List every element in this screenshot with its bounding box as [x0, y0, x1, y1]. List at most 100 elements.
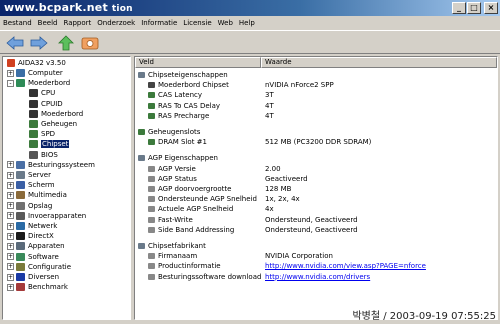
field-label: AGP Versie [158, 164, 196, 173]
item-icon [148, 186, 155, 192]
expand-icon[interactable]: + [7, 171, 14, 179]
table-row[interactable]: Actuele AGP Snelheid [148, 204, 493, 214]
expand-icon[interactable]: + [7, 253, 14, 261]
tree-item-cpuid[interactable]: CPUID [29, 99, 63, 109]
menu-web[interactable]: Web [215, 19, 236, 27]
menu-beeld[interactable]: Beeld [35, 19, 61, 27]
group-header[interactable]: Geheugenslots [138, 127, 483, 137]
collapse-icon[interactable]: - [7, 79, 14, 87]
maximize-button[interactable]: □ [467, 2, 481, 14]
geheugen-icon [29, 120, 38, 128]
tree-item-moederbord[interactable]: - Moederbord [7, 78, 70, 88]
tree-item-chipset[interactable]: Chipset [29, 139, 70, 149]
cpu-icon [29, 89, 38, 98]
expand-icon[interactable]: + [7, 232, 14, 240]
item-icon [148, 82, 155, 89]
table-row[interactable]: RAS To CAS Delay [148, 101, 493, 111]
tree-root[interactable]: AIDA32 v3.50 [7, 58, 66, 68]
refresh-icon[interactable] [79, 34, 101, 52]
tree-item-directx[interactable]: + DirectX [7, 231, 54, 241]
tree-item-scherm[interactable]: + Scherm [7, 180, 55, 190]
window-title: www.bcpark.net tion [4, 1, 133, 14]
table-row[interactable]: Ondersteunde AGP Snelheid [148, 194, 493, 204]
tree-item-label: Computer [28, 69, 63, 77]
table-row[interactable]: AGP Versie [148, 164, 493, 174]
tree-item-diversen[interactable]: + Diversen [7, 272, 59, 282]
tree-item-invoerapparaten[interactable]: + Invoerapparaten [7, 211, 86, 221]
group-icon [138, 129, 145, 135]
item-icon [148, 112, 155, 119]
tree-item-cpu[interactable]: CPU [29, 88, 55, 98]
minimize-button[interactable]: _ [452, 2, 466, 14]
field-value: 1x, 2x, 4x [265, 195, 300, 204]
tree-item-software[interactable]: + Software [7, 252, 59, 262]
invoerapparaten-icon [16, 211, 25, 220]
item-icon [148, 196, 155, 203]
tree-item-label: Server [28, 171, 51, 179]
table-row[interactable]: AGP Status [148, 174, 493, 184]
value-link[interactable]: http://www.nvidia.com/view.asp?PAGE=nfor… [265, 261, 426, 271]
item-icon [148, 253, 155, 260]
tree-item-moederbord[interactable]: Moederbord [29, 109, 83, 119]
title-suffix: tion [111, 4, 133, 14]
table-row[interactable]: RAS Precharge [148, 111, 493, 121]
group-header[interactable]: Chipsetfabrikant [138, 241, 483, 251]
expand-icon[interactable]: + [7, 69, 14, 77]
tree-item-spd[interactable]: SPD [29, 129, 55, 139]
expand-icon[interactable]: + [7, 242, 14, 250]
expand-icon[interactable]: + [7, 273, 14, 281]
tree-item-configuratie[interactable]: + Configuratie [7, 262, 71, 272]
menu-informatie[interactable]: Informatie [138, 19, 180, 27]
menu-onderzoek[interactable]: Onderzoek [94, 19, 138, 27]
field-value: NVIDIA Corporation [265, 252, 333, 261]
tree-item-label: Besturingssysteem [28, 160, 95, 169]
tree-item-apparaten[interactable]: + Apparaten [7, 241, 65, 251]
menu-help[interactable]: Help [236, 19, 258, 27]
tree-item-besturingssysteem[interactable]: + Besturingssysteem [7, 160, 95, 170]
forward-arrow-icon[interactable] [28, 34, 50, 52]
expand-icon[interactable]: + [7, 263, 14, 271]
tree-item-label: Configuratie [28, 262, 72, 271]
menu-bestand[interactable]: Bestand [0, 19, 35, 27]
group-icon [138, 72, 145, 78]
tree-item-geheugen[interactable]: Geheugen [29, 119, 77, 129]
table-row[interactable]: CAS Latency [148, 90, 493, 100]
column-header-field[interactable]: Veld [135, 57, 261, 68]
expand-icon[interactable]: + [7, 191, 14, 199]
tree-item-benchmark[interactable]: + Benchmark [7, 282, 68, 292]
tree-item-label: Chipset [41, 140, 70, 149]
close-button[interactable]: × [484, 2, 498, 14]
expand-icon[interactable]: + [7, 181, 14, 189]
field-label: Actuele AGP Snelheid [158, 205, 234, 214]
field-value: 3T [265, 91, 274, 100]
chipset-icon [29, 140, 38, 149]
tree-item-multimedia[interactable]: + Multimedia [7, 190, 67, 200]
tree-item-computer[interactable]: + Computer [7, 68, 63, 78]
item-icon [148, 139, 155, 146]
column-header-value[interactable]: Waarde [261, 57, 497, 68]
benchmark-icon [16, 283, 25, 292]
expand-icon[interactable]: + [7, 222, 14, 230]
field-label: AGP doorvoergrootte [158, 185, 232, 193]
tree-item-bios[interactable]: BIOS [29, 150, 58, 160]
group-icon [138, 155, 145, 162]
tree-item-netwerk[interactable]: + Netwerk [7, 221, 57, 231]
group-header[interactable]: Chipseteigenschappen [138, 70, 483, 80]
title-bar: www.bcpark.net tion _ □ × [0, 0, 500, 16]
value-link[interactable]: http://www.nvidia.com/drivers [265, 272, 370, 282]
tree-item-label: DirectX [28, 232, 54, 241]
table-row[interactable]: AGP doorvoergrootte [148, 184, 493, 194]
expand-icon[interactable]: + [7, 212, 14, 220]
menu-rapport[interactable]: Rapport [60, 19, 94, 27]
expand-icon[interactable]: + [7, 202, 14, 210]
field-value: Ondersteund, Geactiveerd [265, 225, 358, 234]
expand-icon[interactable]: + [7, 283, 14, 291]
back-arrow-icon[interactable] [4, 34, 26, 52]
up-arrow-icon[interactable] [55, 34, 77, 52]
expand-icon[interactable]: + [7, 161, 14, 169]
group-header[interactable]: AGP Eigenschappen [138, 153, 483, 163]
tree-item-opslag[interactable]: + Opslag [7, 201, 52, 211]
tree-item-server[interactable]: + Server [7, 170, 51, 180]
details-pane: Veld Waarde Chipseteigenschappen Moederbo… [134, 56, 498, 320]
menu-licensie[interactable]: Licensie [180, 19, 214, 27]
